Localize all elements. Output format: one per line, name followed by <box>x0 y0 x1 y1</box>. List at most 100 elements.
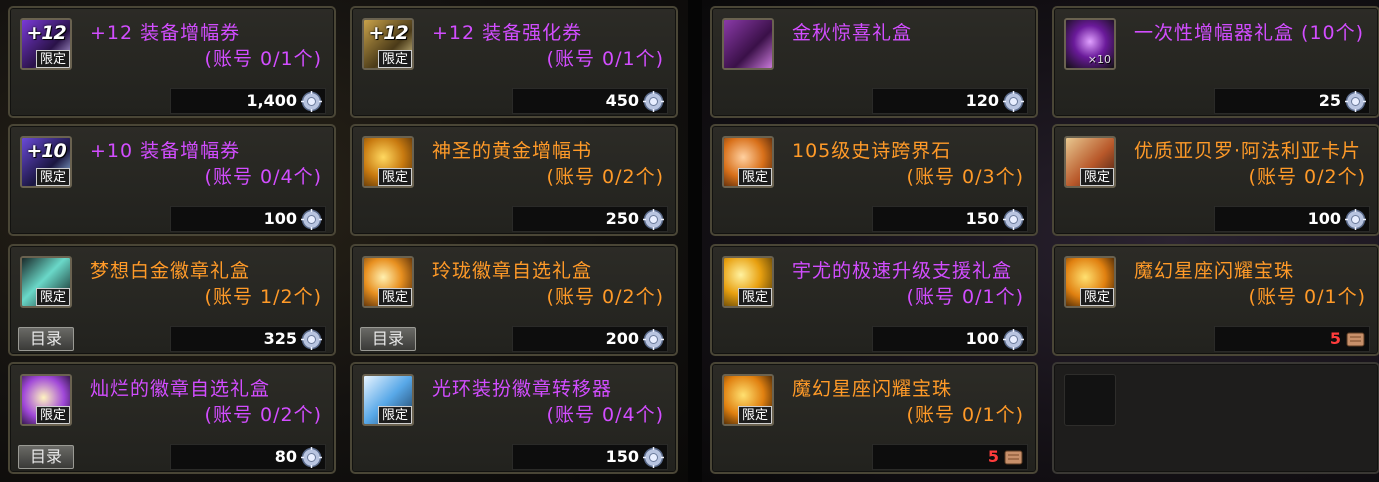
shop-item-card[interactable]: ×10 一次性增幅器礼盒 (10个) 25 <box>1052 6 1379 118</box>
reinforce-ticket-12-icon[interactable]: +12 限定 <box>362 18 414 70</box>
item-name-block: 优质亚贝罗·阿法利亚卡片 (账号 0/2个) <box>1134 138 1370 190</box>
shop-item-card[interactable]: 限定 梦想白金徽章礼盒 (账号 1/2个) 目录 325 <box>8 244 336 356</box>
item-name-block: 灿烂的徽章自选礼盒 (账号 0/2个) <box>90 376 326 428</box>
item-name-block: +12 装备增幅券 (账号 0/1个) <box>90 20 326 72</box>
item-name: 优质亚贝罗·阿法利亚卡片 <box>1134 140 1362 162</box>
aura-emblem-transfer-icon[interactable]: 限定 <box>362 374 414 426</box>
price-box: 200 <box>512 326 668 352</box>
price-value: 1,400 <box>246 91 297 110</box>
item-name: 梦想白金徽章礼盒 <box>90 260 251 282</box>
shop-item-card[interactable]: 限定 105级史诗跨界石 (账号 0/3个) 150 <box>710 124 1038 236</box>
price-value: 250 <box>605 209 639 228</box>
gear-coin-icon <box>642 208 665 231</box>
abelo-card-icon[interactable]: 限定 <box>1064 136 1116 188</box>
constellation-orb-icon[interactable]: 限定 <box>1064 256 1116 308</box>
purchase-limit: (账号 0/1个) <box>204 48 322 70</box>
gear-coin-icon <box>642 90 665 113</box>
item-name: 神圣的黄金增幅书 <box>432 140 593 162</box>
price-box: 1,400 <box>170 88 326 114</box>
level-up-support-box-icon[interactable]: 限定 <box>722 256 774 308</box>
item-name-block: 神圣的黄金增幅书 (账号 0/2个) <box>432 138 668 190</box>
constellation-orb-icon[interactable]: 限定 <box>722 374 774 426</box>
golden-amplify-book-icon[interactable]: 限定 <box>362 136 414 188</box>
price-box: 5 <box>872 444 1028 470</box>
limited-badge: 限定 <box>378 168 412 186</box>
price-value: 450 <box>605 91 639 110</box>
purchase-limit: (账号 0/4个) <box>204 166 322 188</box>
price-value: 150 <box>605 447 639 466</box>
shop-item-card[interactable]: 限定 玲珑徽章自选礼盒 (账号 0/2个) 目录 200 <box>350 244 678 356</box>
item-name: 魔幻星座闪耀宝珠 <box>1134 260 1295 282</box>
item-name-block: 一次性增幅器礼盒 (10个) <box>1134 20 1370 46</box>
price-box: 100 <box>1214 206 1370 232</box>
limited-badge: 限定 <box>378 406 412 424</box>
shop-item-card[interactable]: +10 限定 +10 装备增幅券 (账号 0/4个) 100 <box>8 124 336 236</box>
purchase-limit: (账号 0/2个) <box>204 404 322 426</box>
catalog-button[interactable]: 目录 <box>360 327 416 351</box>
item-name: 魔幻星座闪耀宝珠 <box>792 378 953 400</box>
item-name-block: 金秋惊喜礼盒 <box>792 20 1028 46</box>
emblem-select-box-icon[interactable]: 限定 <box>362 256 414 308</box>
gear-coin-icon <box>1344 208 1367 231</box>
purchase-limit: (账号 0/1个) <box>906 404 1024 426</box>
purchase-limit: (账号 1/2个) <box>204 286 322 308</box>
scroll-currency-icon <box>1344 328 1367 351</box>
epic-transfer-stone-icon[interactable]: 限定 <box>722 136 774 188</box>
shop-item-card[interactable]: 限定 灿烂的徽章自选礼盒 (账号 0/2个) 目录 80 <box>8 362 336 474</box>
shop-item-card[interactable]: 限定 优质亚贝罗·阿法利亚卡片 (账号 0/2个) 100 <box>1052 124 1379 236</box>
price-value: 5 <box>1329 329 1341 348</box>
item-name-block: 梦想白金徽章礼盒 (账号 1/2个) <box>90 258 326 310</box>
item-name: 金秋惊喜礼盒 <box>792 22 913 44</box>
purchase-limit: (账号 0/4个) <box>546 404 664 426</box>
gear-coin-icon <box>300 328 323 351</box>
gear-coin-icon <box>642 328 665 351</box>
price-box: 100 <box>170 206 326 232</box>
stack-count: ×10 <box>1087 53 1111 66</box>
price-box: 5 <box>1214 326 1370 352</box>
amplifier-box-icon[interactable]: ×10 <box>1064 18 1116 70</box>
shop-item-card[interactable]: +12 限定 +12 装备增幅券 (账号 0/1个) 1,400 <box>8 6 336 118</box>
shop-item-card[interactable]: 限定 魔幻星座闪耀宝珠 (账号 0/1个) 5 <box>710 362 1038 474</box>
shop-item-card[interactable]: +12 限定 +12 装备强化券 (账号 0/1个) 450 <box>350 6 678 118</box>
item-name: +12 装备增幅券 <box>90 22 241 44</box>
price-box: 450 <box>512 88 668 114</box>
price-value: 100 <box>1307 209 1341 228</box>
platinum-emblem-box-icon[interactable]: 限定 <box>20 256 72 308</box>
shop-item-card[interactable]: 限定 神圣的黄金增幅书 (账号 0/2个) 250 <box>350 124 678 236</box>
limited-badge: 限定 <box>36 406 70 424</box>
limited-badge: 限定 <box>378 288 412 306</box>
brilliant-emblem-box-icon[interactable]: 限定 <box>20 374 72 426</box>
limited-badge: 限定 <box>738 288 772 306</box>
shop-item-card[interactable]: 限定 魔幻星座闪耀宝珠 (账号 0/1个) 5 <box>1052 244 1379 356</box>
shop-item-card[interactable]: 限定 光环装扮徽章转移器 (账号 0/4个) 150 <box>350 362 678 474</box>
shop-item-card[interactable]: 金秋惊喜礼盒 120 <box>710 6 1038 118</box>
item-name-block: 魔幻星座闪耀宝珠 (账号 0/1个) <box>792 376 1028 428</box>
purchase-limit: (账号 0/2个) <box>1248 166 1366 188</box>
price-value: 120 <box>965 91 999 110</box>
limited-badge: 限定 <box>36 168 70 186</box>
purchase-limit: (账号 0/1个) <box>906 286 1024 308</box>
amplify-ticket-12-icon[interactable]: +12 限定 <box>20 18 72 70</box>
gear-coin-icon <box>1002 208 1025 231</box>
panel-divider <box>688 0 702 482</box>
price-value: 325 <box>263 329 297 348</box>
empty-icon-slot <box>1064 374 1116 426</box>
catalog-button[interactable]: 目录 <box>18 445 74 469</box>
catalog-button[interactable]: 目录 <box>18 327 74 351</box>
item-name-block: +10 装备增幅券 (账号 0/4个) <box>90 138 326 190</box>
limited-badge: 限定 <box>378 50 412 68</box>
limited-badge: 限定 <box>738 168 772 186</box>
item-name: 宇尤的极速升级支援礼盒 <box>792 260 1013 282</box>
item-name: +12 装备强化券 <box>432 22 583 44</box>
item-name-block: 魔幻星座闪耀宝珠 (账号 0/1个) <box>1134 258 1370 310</box>
price-value: 80 <box>274 447 297 466</box>
price-box: 100 <box>872 326 1028 352</box>
shop-item-card[interactable]: 限定 宇尤的极速升级支援礼盒 (账号 0/1个) 100 <box>710 244 1038 356</box>
price-box: 325 <box>170 326 326 352</box>
purchase-limit: (账号 0/1个) <box>546 48 664 70</box>
autumn-surprise-box-icon[interactable] <box>722 18 774 70</box>
purchase-limit: (账号 0/2个) <box>546 286 664 308</box>
price-value: 25 <box>1318 91 1341 110</box>
amplify-ticket-10-icon[interactable]: +10 限定 <box>20 136 72 188</box>
price-box: 250 <box>512 206 668 232</box>
